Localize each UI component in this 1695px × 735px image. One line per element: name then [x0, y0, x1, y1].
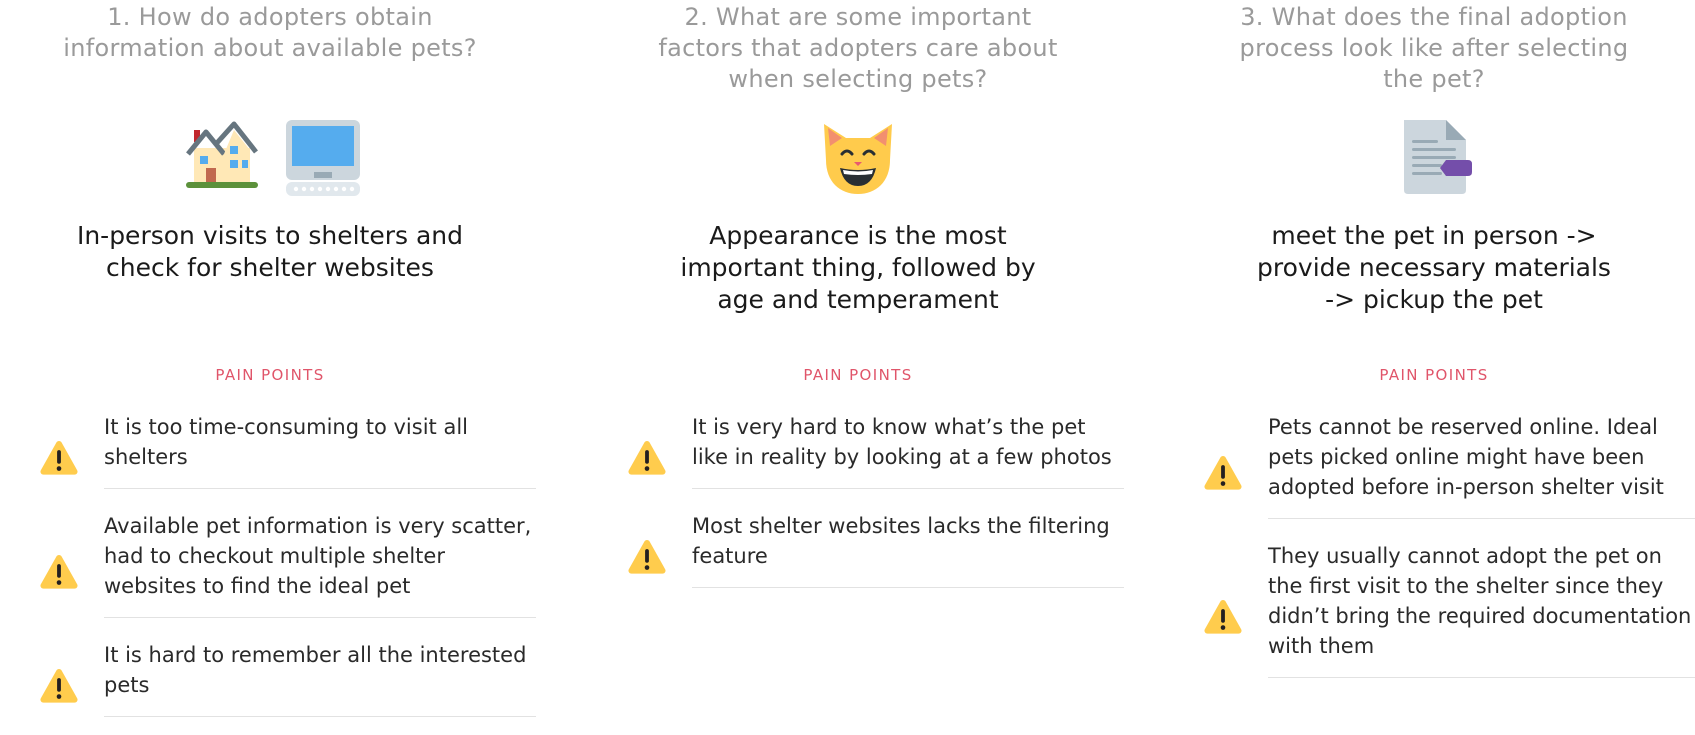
icon-row [1164, 120, 1695, 200]
pain-point-text: It is hard to remember all the intereste… [104, 636, 536, 717]
pain-point-text: Pets cannot be reserved online. Ideal pe… [1268, 408, 1695, 519]
warning-icon [40, 668, 78, 704]
house-icon [186, 121, 258, 188]
pain-point-item: They usually cannot adopt the pet on the… [1204, 537, 1695, 696]
answer-summary: In-person visits to shelters and check f… [76, 221, 464, 282]
pain-point-item: It is hard to remember all the intereste… [40, 636, 540, 735]
icon-row [588, 120, 1128, 200]
document-with-tag-icon [1404, 120, 1472, 194]
pain-point-item: It is too time-consuming to visit all sh… [40, 408, 540, 507]
pain-point-text: Most shelter websites lacks the filterin… [692, 507, 1124, 588]
pain-point-item: It is very hard to know what’s the pet l… [628, 408, 1128, 507]
warning-icon [628, 440, 666, 476]
pain-point-text: They usually cannot adopt the pet on the… [1268, 537, 1695, 678]
answer-summary: meet the pet in person -> provide necess… [1257, 221, 1611, 314]
desktop-computer-icon [286, 120, 360, 196]
question-heading: 2. What are some important factors that … [658, 3, 1058, 93]
pain-point-text: It is very hard to know what’s the pet l… [692, 408, 1124, 489]
pain-point-text: Available pet information is very scatte… [104, 507, 536, 618]
question-heading: 1. How do adopters obtain information ab… [63, 3, 477, 62]
pain-points-heading: PAIN POINTS [215, 366, 325, 384]
pain-points-list: Pets cannot be reserved online. Ideal pe… [1204, 408, 1695, 696]
warning-icon [40, 440, 78, 476]
warning-icon [1204, 599, 1242, 635]
question-heading: 3. What does the final adoption process … [1239, 3, 1629, 93]
icon-row [0, 120, 540, 200]
answer-summary: Appearance is the most important thing, … [680, 221, 1036, 314]
pain-point-item: Pets cannot be reserved online. Ideal pe… [1204, 408, 1695, 537]
warning-icon [628, 539, 666, 575]
pain-point-text: It is too time-consuming to visit all sh… [104, 408, 536, 489]
warning-icon [40, 554, 78, 590]
pain-point-item: Most shelter websites lacks the filterin… [628, 507, 1128, 606]
grinning-cat-icon [824, 124, 892, 194]
pain-points-heading: PAIN POINTS [803, 366, 913, 384]
pain-points-list: It is too time-consuming to visit all sh… [40, 408, 540, 735]
pain-points-list: It is very hard to know what’s the pet l… [628, 408, 1128, 606]
pain-point-item: Available pet information is very scatte… [40, 507, 540, 636]
warning-icon [1204, 455, 1242, 491]
pain-points-heading: PAIN POINTS [1379, 366, 1489, 384]
